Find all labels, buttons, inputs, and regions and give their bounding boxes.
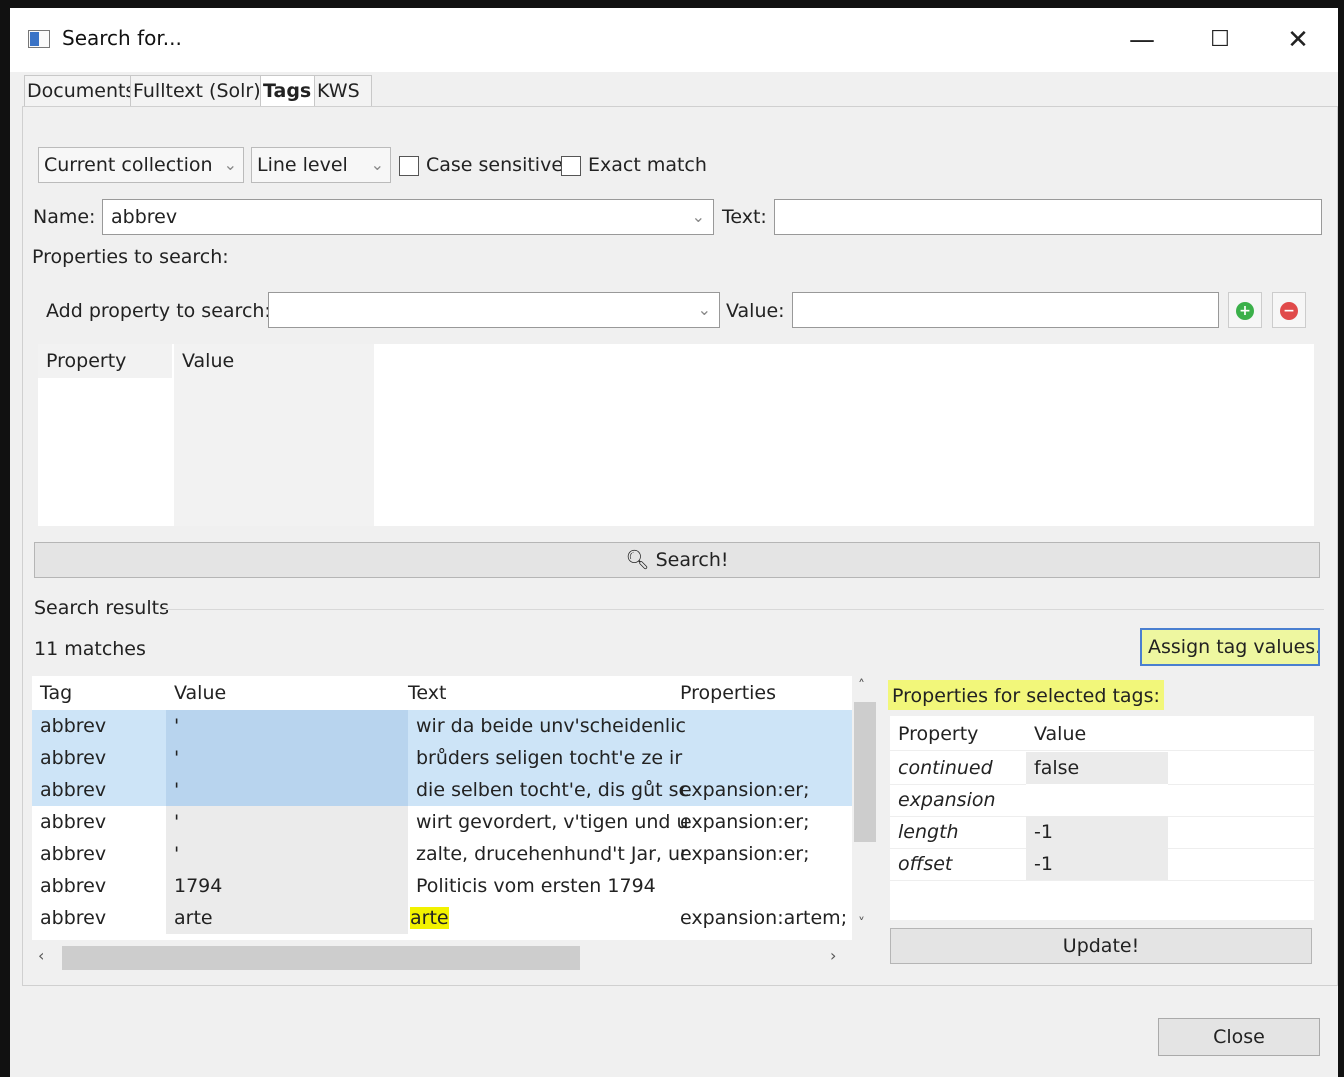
col-header-properties[interactable]: Properties: [672, 676, 852, 708]
tab-tags[interactable]: Tags: [260, 75, 320, 108]
window-frame-left: [0, 0, 10, 1077]
table-row[interactable]: length -1: [890, 816, 1314, 849]
results-table[interactable]: Tag Value Text Properties abbrev ' wir d…: [32, 676, 852, 940]
vertical-scroll-thumb[interactable]: [854, 702, 876, 842]
table-row[interactable]: abbrev arte arte expansion:artem;: [32, 902, 852, 934]
table-row[interactable]: expansion: [890, 784, 1314, 817]
col-header-value[interactable]: Value: [166, 676, 408, 708]
property-search-table[interactable]: Property Value: [38, 344, 1314, 526]
table-row[interactable]: abbrev ' brůders seligen tocht'e ze ir: [32, 742, 852, 774]
search-button[interactable]: 🔍︎ Search!: [34, 542, 1320, 578]
window-frame-top: [0, 0, 1344, 8]
add-property-label: Add property to search:: [46, 300, 271, 322]
table-row[interactable]: abbrev ' wirt gevordert, v'tigen und u e…: [32, 806, 852, 838]
col-header-text[interactable]: Text: [400, 676, 680, 708]
chevron-right-icon[interactable]: ›: [830, 946, 836, 965]
chevron-left-icon[interactable]: ‹: [38, 946, 44, 965]
tab-documents[interactable]: Documents: [24, 75, 136, 108]
search-button-label: Search!: [655, 549, 729, 571]
tab-kws[interactable]: KWS: [314, 75, 372, 108]
horizontal-scroll-thumb[interactable]: [62, 946, 580, 970]
value-label: Value:: [726, 300, 785, 322]
text-label: Text:: [722, 206, 767, 228]
app-icon: [28, 30, 50, 48]
case-sensitive-checkbox[interactable]: [399, 156, 419, 176]
text-input[interactable]: [774, 199, 1322, 235]
level-value: Line level: [257, 154, 348, 176]
section-divider: [160, 609, 1324, 610]
binoculars-icon: 🔍︎: [625, 549, 650, 571]
property-column-header[interactable]: Property: [38, 344, 172, 378]
table-header: Property Value: [890, 718, 1314, 751]
maximize-icon[interactable]: ☐: [1196, 20, 1244, 60]
exact-match-checkbox[interactable]: [561, 156, 581, 176]
col-header-value[interactable]: Value: [1026, 718, 1168, 750]
chevron-up-icon[interactable]: ˄: [858, 678, 865, 694]
selected-properties-title: Properties for selected tags:: [888, 680, 1164, 710]
level-select[interactable]: Line level ⌄: [251, 147, 391, 183]
case-sensitive-label: Case sensitive: [426, 154, 564, 176]
table-row[interactable]: continued false: [890, 752, 1314, 785]
property-value-input[interactable]: [792, 292, 1219, 328]
table-row[interactable]: abbrev ' zalte, drucehenhund't Jar, un e…: [32, 838, 852, 870]
match-count: 11 matches: [34, 638, 146, 660]
value-column: Value: [174, 344, 374, 526]
search-results-label: Search results: [34, 597, 169, 619]
exact-match-label: Exact match: [588, 154, 707, 176]
value-column-header[interactable]: Value: [182, 350, 234, 372]
table-row[interactable]: abbrev 1794 Politicis vom ersten 1794: [32, 870, 852, 902]
tab-fulltext[interactable]: Fulltext (Solr): [130, 75, 266, 108]
minus-icon: −: [1280, 302, 1298, 320]
window-title: Search for...: [62, 26, 182, 50]
name-value: abbrev: [111, 206, 178, 228]
chevron-down-icon: ⌄: [223, 155, 237, 174]
plus-icon: +: [1236, 302, 1254, 320]
selected-properties-table[interactable]: Property Value continued false expansion…: [890, 716, 1314, 920]
name-label: Name:: [33, 206, 96, 228]
scope-value: Current collection: [44, 154, 213, 176]
add-property-button[interactable]: +: [1228, 292, 1262, 328]
name-combo[interactable]: abbrev ⌄: [102, 199, 714, 235]
col-header-tag[interactable]: Tag: [32, 676, 174, 708]
window-frame-right: [1338, 0, 1344, 1077]
close-icon[interactable]: ✕: [1274, 20, 1322, 60]
table-row[interactable]: abbrev ' wir da beide unv'scheidenlic: [32, 710, 852, 742]
chevron-down-icon[interactable]: ˅: [858, 916, 865, 932]
minimize-icon[interactable]: —: [1118, 20, 1166, 60]
update-button[interactable]: Update!: [890, 928, 1312, 964]
properties-to-search-label: Properties to search:: [32, 246, 229, 268]
close-button[interactable]: Close: [1158, 1018, 1320, 1056]
table-row[interactable]: abbrev ' die selben tocht'e, dis gůt sc …: [32, 774, 852, 806]
table-row[interactable]: offset -1: [890, 848, 1314, 881]
assign-tag-values-button[interactable]: Assign tag values...: [1140, 628, 1320, 666]
scope-select[interactable]: Current collection ⌄: [38, 147, 244, 183]
match-highlight: arte: [410, 907, 449, 929]
add-property-combo[interactable]: ⌄: [268, 292, 720, 328]
chevron-down-icon: ⌄: [691, 207, 705, 226]
col-header-property[interactable]: Property: [890, 718, 1034, 750]
remove-property-button[interactable]: −: [1272, 292, 1306, 328]
chevron-down-icon: ⌄: [697, 300, 711, 319]
chevron-down-icon: ⌄: [370, 155, 384, 174]
